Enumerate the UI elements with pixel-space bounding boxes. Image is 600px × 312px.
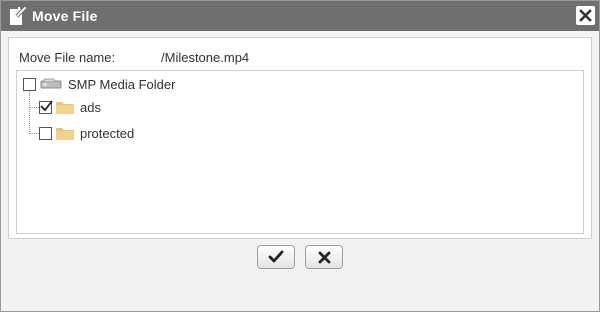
tree-node-label: protected — [80, 125, 135, 141]
drive-icon — [40, 78, 62, 90]
dialog-content-panel: Move File name: /Milestone.mp4 SMP Media… — [8, 37, 592, 239]
tree-connector — [29, 90, 30, 134]
move-file-dialog: Move File Move File name: /Milestone.mp4 — [0, 0, 600, 312]
folder-icon — [56, 126, 74, 140]
file-name-label: Move File name: — [19, 50, 116, 65]
dialog-title: Move File — [32, 8, 98, 24]
confirm-button[interactable] — [257, 245, 295, 269]
dialog-actions — [1, 245, 599, 269]
x-icon — [318, 251, 330, 263]
folder-tree: SMP Media Folder ads protected — [16, 70, 584, 234]
checkbox-ads[interactable] — [39, 99, 53, 114]
move-file-icon — [8, 5, 28, 27]
tree-node-ads[interactable]: ads — [39, 98, 101, 116]
tree-node-protected[interactable]: protected — [39, 124, 134, 142]
cancel-button[interactable] — [305, 245, 343, 269]
checkbox-smp-media-folder[interactable] — [23, 77, 36, 91]
tree-node-label: ads — [80, 99, 101, 115]
tree-connector — [29, 133, 39, 134]
checkbox-protected[interactable] — [39, 126, 52, 140]
tree-node-smp-media-folder[interactable]: SMP Media Folder — [23, 75, 175, 93]
dialog-titlebar: Move File — [1, 1, 599, 31]
tree-node-label: SMP Media Folder — [68, 76, 176, 92]
close-button[interactable] — [576, 6, 595, 25]
checkmark-icon — [268, 250, 284, 263]
close-icon — [579, 9, 592, 22]
folder-icon — [56, 100, 74, 114]
checkmark-icon — [40, 99, 53, 111]
file-name-value: /Milestone.mp4 — [161, 50, 250, 65]
tree-connector — [29, 107, 39, 108]
